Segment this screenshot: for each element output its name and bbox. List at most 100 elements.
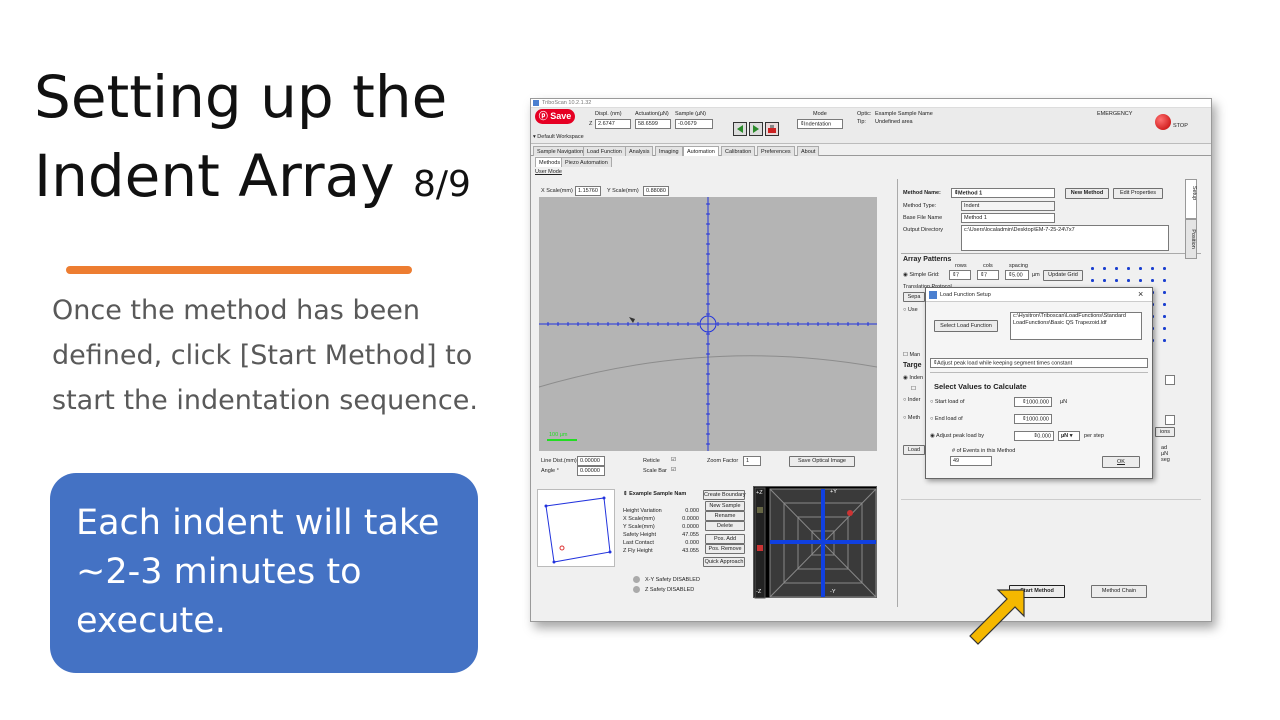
scroll-field[interactable]	[1165, 375, 1175, 385]
base-file-name-value[interactable]: Method 1	[961, 213, 1055, 223]
tab-sample-navigation[interactable]: Sample Navigation	[533, 146, 588, 156]
simple-grid-radio[interactable]: ◉ Simple Grid:	[903, 272, 940, 278]
tab-analysis[interactable]: Analysis	[625, 146, 654, 156]
spacing-field[interactable]: ⇕5.00	[1005, 270, 1029, 281]
load-button[interactable]: Load	[903, 445, 925, 455]
emergency-stop-button[interactable]	[1155, 114, 1171, 130]
start-load-unit: µN	[1060, 399, 1068, 405]
start-load-field[interactable]: ⇕1000.000	[1014, 397, 1052, 408]
divider	[901, 253, 1201, 254]
tab-automation[interactable]: Automation	[683, 146, 719, 156]
output-directory-value[interactable]: c:\Users\localadmin\Desktop\EM-7-25-24\7…	[961, 225, 1169, 251]
tab-about[interactable]: About	[797, 146, 820, 156]
start-load-radio[interactable]: ○ Start load of	[930, 399, 965, 405]
workspace-selector[interactable]: ▾ Default Workspace	[533, 134, 584, 140]
mode-select[interactable]: ⇕Indentation	[797, 119, 843, 130]
create-boundary-button[interactable]: Create Boundary	[703, 490, 746, 500]
mode-label: Mode	[813, 111, 827, 117]
method-chain-button[interactable]: Method Chain	[1091, 585, 1147, 598]
load-mode-value: Adjust peak load while keeping segment t…	[937, 360, 1073, 367]
title-underline	[66, 266, 412, 274]
optical-camera-view[interactable]: 100 µm	[538, 197, 878, 451]
line-dist-value[interactable]: 0.00000	[577, 456, 605, 466]
new-sample-button[interactable]: New Sample	[705, 501, 745, 511]
pos-remove-button[interactable]: Pos. Remove	[705, 544, 745, 554]
actuation-value: 58.6599	[635, 119, 671, 129]
minus-y-label: -Y	[830, 589, 836, 595]
end-load-radio[interactable]: ○ End load of	[930, 416, 963, 422]
x-scale-label: X Scale(mm)	[541, 188, 573, 194]
pos-add-button[interactable]: Pos. Add	[705, 534, 745, 544]
start-load-label: Start load of	[934, 399, 965, 405]
tab-position[interactable]: Position	[1185, 219, 1197, 259]
tab-calibration[interactable]: Calibration	[721, 146, 756, 156]
plus-y-label: +Y	[830, 489, 837, 495]
save-button[interactable]: ⓟ Save	[535, 109, 575, 124]
tab-preferences[interactable]: Preferences	[757, 146, 795, 156]
line-dist-label: Line Dist.(mm)	[541, 458, 577, 464]
displacement-value: 2.6747	[595, 119, 631, 129]
indent-point	[1127, 267, 1130, 270]
reticle-checkbox[interactable]: ☑	[671, 457, 676, 463]
target-checkbox[interactable]: ☐	[911, 386, 916, 392]
tip-label: Tip:	[857, 119, 866, 125]
use-label: Use	[907, 307, 918, 313]
rename-button[interactable]: Rename	[705, 511, 745, 521]
use-radio[interactable]: ○ Use	[903, 307, 918, 313]
zoom-factor-field[interactable]: 1	[743, 456, 761, 466]
ok-button[interactable]: OK	[1102, 456, 1140, 468]
edit-properties-button[interactable]: Edit Properties	[1113, 188, 1163, 199]
separate-button[interactable]: Sepa	[903, 292, 925, 302]
adjust-peak-radio[interactable]: ◉ Adjust peak load by	[930, 433, 984, 439]
adjust-peak-label: Adjust peak load by	[936, 433, 985, 439]
method-name-value: Method 1	[958, 190, 983, 197]
delete-button[interactable]: Delete	[705, 521, 745, 531]
adjust-peak-field[interactable]: ⇕0.000	[1014, 431, 1054, 442]
sample-stage-button[interactable]	[765, 122, 779, 136]
scroll-field-2[interactable]	[1165, 415, 1175, 425]
method-type-value: Indent	[961, 201, 1055, 211]
options-button[interactable]: ions	[1155, 427, 1175, 437]
scale-bar-checkbox[interactable]: ☑	[671, 467, 676, 473]
forward-arrow-button[interactable]	[749, 122, 763, 136]
events-value: 49	[950, 456, 992, 466]
method-name-field[interactable]: ⇕Method 1	[951, 188, 1055, 199]
top-toolbar: Displ. (nm) Z 2.6747 Actuation(µN) 58.65…	[531, 108, 1211, 144]
sample-map[interactable]	[537, 489, 615, 567]
indent-radio-2[interactable]: ○ Inder	[903, 397, 920, 403]
indent-radio[interactable]: ◉ Inden	[903, 375, 923, 381]
sample-name[interactable]: ⇕ Example Sample Nam	[623, 491, 686, 497]
select-load-function-button[interactable]: Select Load Function	[934, 320, 998, 332]
new-method-button[interactable]: New Method	[1065, 188, 1109, 199]
save-optical-image-button[interactable]: Save Optical Image	[789, 456, 855, 467]
cols-field[interactable]: ⇕7	[977, 270, 999, 281]
load-mode-select[interactable]: ⇕Adjust peak load while keeping segment …	[930, 358, 1148, 368]
tab-load-function[interactable]: Load Function	[583, 146, 626, 156]
quick-approach-button[interactable]: Quick Approach	[703, 557, 745, 567]
update-grid-button[interactable]: Update Grid	[1043, 270, 1083, 281]
indent-radio-label: Inden	[909, 375, 924, 381]
save-label: Save	[550, 111, 572, 121]
indent-point	[1151, 279, 1154, 282]
angle-value[interactable]: 0.00000	[577, 466, 605, 476]
tab-setup[interactable]: Setup	[1185, 179, 1197, 219]
close-icon[interactable]: ×	[1138, 289, 1143, 299]
manual-checkbox[interactable]: ☐ Man	[903, 352, 920, 358]
peak-unit-select[interactable]: µN ▾	[1058, 431, 1080, 441]
tab-imaging[interactable]: Imaging	[655, 146, 683, 156]
manual-label: Man	[909, 352, 921, 358]
rows-value: 7	[956, 272, 960, 279]
tab-setup-label: Setup	[1191, 185, 1198, 201]
rows-field[interactable]: ⇕7	[949, 270, 971, 281]
stage-navigation-pad[interactable]: +Y -Y +Z -Z	[753, 486, 877, 599]
subtab-methods[interactable]: Methods	[535, 157, 565, 167]
simple-grid-label: Simple Grid:	[909, 272, 940, 278]
end-load-field[interactable]: ⇕1000.000	[1014, 414, 1052, 425]
indent-point	[1163, 327, 1166, 330]
back-arrow-button[interactable]	[733, 122, 747, 136]
forward-arrow-icon	[753, 125, 759, 133]
array-patterns-heading: Array Patterns	[903, 256, 952, 263]
sample-property-value: 0.0000	[682, 524, 699, 530]
subtab-piezo-automation[interactable]: Piezo Automation	[561, 157, 612, 167]
method-radio[interactable]: ○ Meth	[903, 415, 920, 421]
